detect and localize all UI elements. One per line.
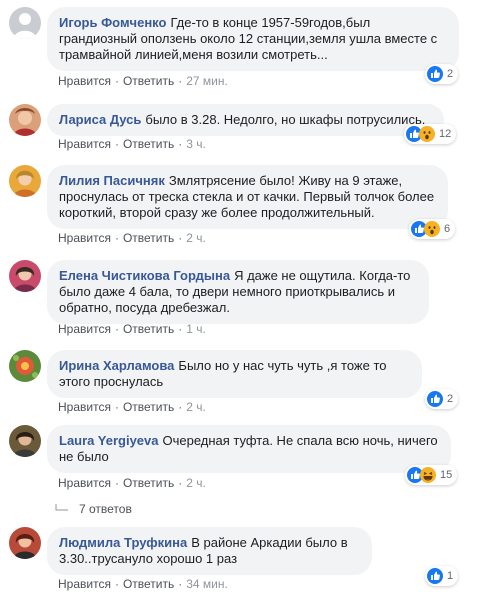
like-link[interactable]: Нравится [58, 400, 111, 414]
comment-actions: Нравится · Ответить · 2 ч. [58, 399, 206, 415]
reaction-count: 15 [440, 469, 453, 481]
comment-time[interactable]: 34 мин. [186, 577, 228, 591]
comment-author[interactable]: Игорь Фомченко [59, 15, 166, 30]
dot-separator: · [114, 74, 119, 88]
comment-time[interactable]: 3 ч. [186, 137, 206, 151]
comment-bubble: Ирина Харламова Было но у нас чуть чуть ,… [47, 350, 422, 398]
comment-time[interactable]: 27 мин. [186, 74, 228, 88]
reply-arrow-icon [55, 504, 68, 511]
comment-author[interactable]: Ирина Харламова [59, 358, 174, 373]
reactions-summary[interactable]: 6 [409, 219, 456, 239]
comment-time[interactable]: 2 ч. [186, 476, 206, 490]
like-link[interactable]: Нравится [58, 322, 111, 336]
reply-link[interactable]: Ответить [123, 400, 174, 414]
comment-author[interactable]: Laura Yergiyeva [59, 433, 159, 448]
reaction-count: 2 [447, 68, 454, 80]
avatar[interactable] [9, 165, 41, 197]
reactions-summary[interactable]: 1 [425, 566, 459, 586]
dot-separator: · [114, 400, 119, 414]
comment-author[interactable]: Людмила Труфкина [59, 535, 187, 550]
comment-actions: Нравится · Ответить · 3 ч. [58, 136, 206, 152]
comment-actions: Нравится · Ответить · 34 мин. [58, 576, 228, 592]
avatar[interactable] [9, 260, 41, 292]
reply-link[interactable]: Ответить [123, 476, 174, 490]
dot-separator: · [114, 322, 119, 336]
reactions-summary[interactable]: 2 [425, 389, 459, 409]
comment-bubble: Laura Yergiyeva Очередная туфта. Не спала… [47, 425, 451, 473]
comment-text: было в 3.28. Недолго, но шкафы потрусили… [145, 112, 426, 127]
reactions-summary[interactable]: 15 [405, 465, 458, 485]
comment-actions: Нравится · Ответить · 2 ч. [58, 475, 206, 491]
reactions-summary[interactable]: 2 [425, 64, 459, 84]
comment-bubble: Елена Чистикова Гордына Я даже не ощутила… [47, 260, 429, 324]
comment-author[interactable]: Елена Чистикова Гордына [59, 268, 230, 283]
comment-actions: Нравится · Ответить · 1 ч. [58, 321, 206, 337]
avatar[interactable] [9, 425, 41, 457]
comment-actions: Нравится · Ответить · 2 ч. [58, 230, 206, 246]
replies-count-label[interactable]: 7 ответов [79, 502, 132, 516]
dot-separator: · [178, 476, 183, 490]
reply-link[interactable]: Ответить [123, 577, 174, 591]
dot-separator: · [178, 74, 183, 88]
reply-link[interactable]: Ответить [123, 322, 174, 336]
dot-separator: · [114, 137, 119, 151]
like-link[interactable]: Нравится [58, 231, 111, 245]
like-icon [427, 391, 443, 407]
like-link[interactable]: Нравится [58, 577, 111, 591]
reaction-count: 6 [444, 223, 451, 235]
dot-separator: · [178, 231, 183, 245]
comment-time[interactable]: 2 ч. [186, 400, 206, 414]
comment-author[interactable]: Лариса Дусь [59, 112, 141, 127]
reply-link[interactable]: Ответить [123, 231, 174, 245]
reply-link[interactable]: Ответить [123, 137, 174, 151]
reply-link[interactable]: Ответить [123, 74, 174, 88]
comment-actions: Нравится · Ответить · 27 мин. [58, 73, 228, 89]
view-replies-link[interactable]: 7 ответов [55, 502, 132, 516]
like-link[interactable]: Нравится [58, 476, 111, 490]
comment-author[interactable]: Лилия Пасичняк [59, 173, 165, 188]
like-icon [427, 66, 443, 82]
dot-separator: · [178, 322, 183, 336]
dot-separator: · [114, 476, 119, 490]
dot-separator: · [114, 231, 119, 245]
comment-bubble: Лилия Пасичняк Змлятрясение было! Живу на… [47, 165, 448, 229]
dot-separator: · [178, 400, 183, 414]
reaction-count: 2 [447, 393, 454, 405]
comment-time[interactable]: 1 ч. [186, 322, 206, 336]
dot-separator: · [178, 137, 183, 151]
comment-bubble: Людмила Труфкина В районе Аркадии было в … [47, 527, 372, 575]
like-icon [427, 568, 443, 584]
dot-separator: · [178, 577, 183, 591]
comment-time[interactable]: 2 ч. [186, 231, 206, 245]
avatar[interactable] [9, 527, 41, 559]
reaction-count: 12 [439, 128, 452, 140]
avatar[interactable] [9, 350, 41, 382]
avatar[interactable] [9, 104, 41, 136]
wow-icon [419, 126, 435, 142]
haha-icon [420, 467, 436, 483]
reactions-summary[interactable]: 12 [404, 124, 457, 144]
like-link[interactable]: Нравится [58, 74, 111, 88]
like-link[interactable]: Нравится [58, 137, 111, 151]
avatar-default[interactable] [9, 7, 41, 39]
reaction-count: 1 [447, 570, 454, 582]
wow-icon [424, 221, 440, 237]
comment-bubble: Игорь Фомченко Где-то в конце 1957-59годо… [47, 7, 459, 71]
dot-separator: · [114, 577, 119, 591]
comment-bubble: Лариса Дусь было в 3.28. Недолго, но шкаф… [47, 104, 444, 136]
